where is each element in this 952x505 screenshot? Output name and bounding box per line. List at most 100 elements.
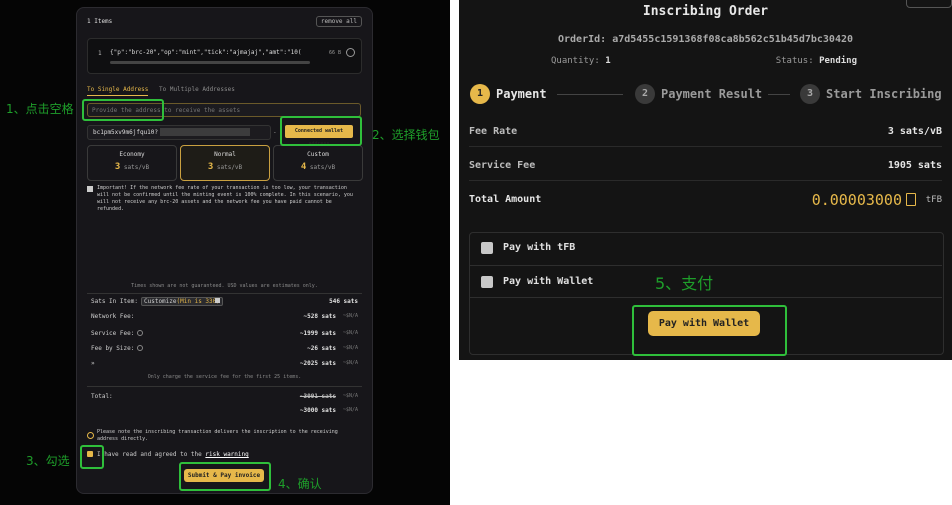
fee-normal-name: Normal xyxy=(214,151,236,158)
inscription-notice: Please note the inscribing transaction d… xyxy=(97,429,338,442)
notice-icon xyxy=(87,432,94,439)
fee-by-size-row: Fee by Size: ~26 sats ~$N/A xyxy=(91,345,358,355)
customize-label: Customize xyxy=(144,298,177,305)
highlight-address xyxy=(82,99,164,121)
fee-by-size-value: ~26 sats xyxy=(307,345,336,352)
customize-button[interactable]: Customize(Min is 330) xyxy=(141,297,223,306)
annotation-step-2: 2、选择钱包 xyxy=(372,128,440,142)
subtotal-value: ~2025 sats xyxy=(299,360,336,367)
step-connector xyxy=(768,94,790,95)
divider xyxy=(87,293,362,294)
sats-in-item-row: Sats In Item: Customize(Min is 330) 546 … xyxy=(91,297,358,308)
highlight-checkbox xyxy=(80,445,104,469)
fee-rate-label: Fee Rate xyxy=(469,126,518,137)
pay-tfb-option[interactable]: Pay with tFB xyxy=(469,232,942,264)
pay-wallet-option-label: Pay with Wallet xyxy=(503,276,594,287)
item-card: 1 {"p":"brc-20","op":"mint","tick":"ajma… xyxy=(87,38,362,74)
quantity-value: 1 xyxy=(605,56,611,66)
network-fee-row: Network Fee: ~528 sats ~$N/A xyxy=(91,313,358,323)
tab-single-address[interactable]: To Single Address xyxy=(87,86,149,96)
order-title: Inscribing Order xyxy=(642,4,769,19)
status-value: Pending xyxy=(819,56,857,66)
total-usd: ~$N/A xyxy=(342,407,358,413)
fee-custom-unit: sats/vB xyxy=(309,164,336,171)
network-fee-label: Network Fee: xyxy=(91,313,135,320)
remove-item-icon[interactable] xyxy=(346,48,355,57)
highlight-wallet xyxy=(280,116,362,146)
fee-normal-value: 3 xyxy=(207,162,214,172)
only-charge-note: Only charge the service fee for the firs… xyxy=(147,374,302,380)
annotation-step-5: 5、支付 xyxy=(655,274,714,293)
service-fee-info-icon[interactable] xyxy=(137,330,143,336)
annotation-step-3: 3、勾选 xyxy=(26,454,70,468)
step-2-number: 2 xyxy=(635,84,655,104)
inscribe-panel: 1 Items remove all 1 {"p":"brc-20","op":… xyxy=(76,7,373,494)
step-2-label: Payment Result xyxy=(661,87,763,101)
status-label: Status: xyxy=(775,56,814,66)
total-strike: ~3091 sats xyxy=(299,393,336,400)
item-progress xyxy=(110,61,310,64)
customize-min: (Min is 330) xyxy=(176,298,220,305)
service-fee-row: Service Fee: ~1999 sats ~$N/A xyxy=(91,330,358,340)
pay-tfb-label: Pay with tFB xyxy=(503,242,576,253)
service-fee-label: Service Fee xyxy=(469,160,536,171)
fee-normal-unit: sats/vB xyxy=(216,164,243,171)
service-fee-value: 1905 sats xyxy=(887,160,942,171)
fee-warning: Important! If the network fee rate of yo… xyxy=(97,185,353,212)
subtotal-usd: ~$N/A xyxy=(342,360,358,366)
annotation-step-1: 1、点击空格 xyxy=(6,102,74,116)
address-blur xyxy=(160,128,250,136)
order-form-screenshot: 1 Items remove all 1 {"p":"brc-20","op":… xyxy=(0,0,450,505)
step-1-label: Payment xyxy=(496,87,547,101)
fee-custom[interactable]: Custom 4 sats/vB xyxy=(273,145,363,181)
fee-by-size-usd: ~$N/A xyxy=(342,345,358,351)
item-number: 1 xyxy=(98,50,102,57)
times-note: Times shown are not guaranteed. USD valu… xyxy=(131,283,318,289)
highlight-pay-button xyxy=(632,305,787,356)
agree-row: I have read and agreed to the risk warni… xyxy=(97,451,249,458)
highlight-submit xyxy=(179,462,271,491)
network-fee-usd: ~$N/A xyxy=(342,313,358,319)
step-connector xyxy=(557,94,623,95)
subtotal-row: » ~2025 sats ~$N/A xyxy=(91,360,358,370)
items-title: 1 Items xyxy=(87,18,113,25)
service-fee-value: ~1999 sats xyxy=(299,330,336,337)
service-fee-label: Service Fee: xyxy=(91,330,135,337)
total-strike-usd: ~$N/A xyxy=(342,393,358,399)
sats-in-item-value: 546 sats xyxy=(329,298,358,305)
quantity-label: Quantity: xyxy=(551,56,600,66)
total-row: Total: ~3091 sats ~$N/A xyxy=(91,393,358,403)
risk-warning-link[interactable]: risk warning xyxy=(205,451,248,458)
step-3-label: Start Inscribing xyxy=(826,87,942,101)
fee-economy-value: 3 xyxy=(114,162,121,172)
fee-by-size-info-icon[interactable] xyxy=(137,345,143,351)
fee-normal[interactable]: Normal 3 sats/vB xyxy=(180,145,270,181)
divider xyxy=(469,146,942,147)
item-text: {"p":"brc-20","op":"mint","tick":"ajmaja… xyxy=(110,49,302,56)
total-amount-row: Total Amount 0.00003000 tFB xyxy=(469,191,942,210)
total-amount-value: 0.00003000 xyxy=(811,191,902,209)
remove-all-button[interactable]: remove all xyxy=(315,16,362,27)
step-1-number: 1 xyxy=(470,84,490,104)
tfb-icon xyxy=(481,242,493,254)
service-fee-usd: ~$N/A xyxy=(342,330,358,336)
divider xyxy=(87,386,362,387)
fee-economy-name: Economy xyxy=(119,151,145,158)
subtotal-arrow: » xyxy=(91,360,95,367)
status-row: Status: Pending xyxy=(776,56,857,66)
total-amount-label: Total Amount xyxy=(469,194,542,205)
address-value-field[interactable]: bc1pm5xv9m6jfqu10? xyxy=(87,125,271,140)
fee-rate-value: 3 sats/vB xyxy=(887,126,942,137)
total-label: Total: xyxy=(91,393,113,400)
sats-in-item-label: Sats In Item: xyxy=(91,298,138,305)
tab-multiple-addresses[interactable]: To Multiple Addresses xyxy=(159,86,235,93)
divider xyxy=(469,180,942,181)
total-value: ~3000 sats xyxy=(299,407,336,414)
fee-economy-unit: sats/vB xyxy=(123,164,150,171)
quantity-row: Quantity: 1 xyxy=(551,56,611,66)
network-fee-value: ~528 sats xyxy=(303,313,336,320)
copy-icon[interactable] xyxy=(906,193,916,206)
fee-economy[interactable]: Economy 3 sats/vB xyxy=(87,145,177,181)
total-final-row: ~3000 sats ~$N/A xyxy=(91,407,358,417)
divider xyxy=(469,297,942,298)
